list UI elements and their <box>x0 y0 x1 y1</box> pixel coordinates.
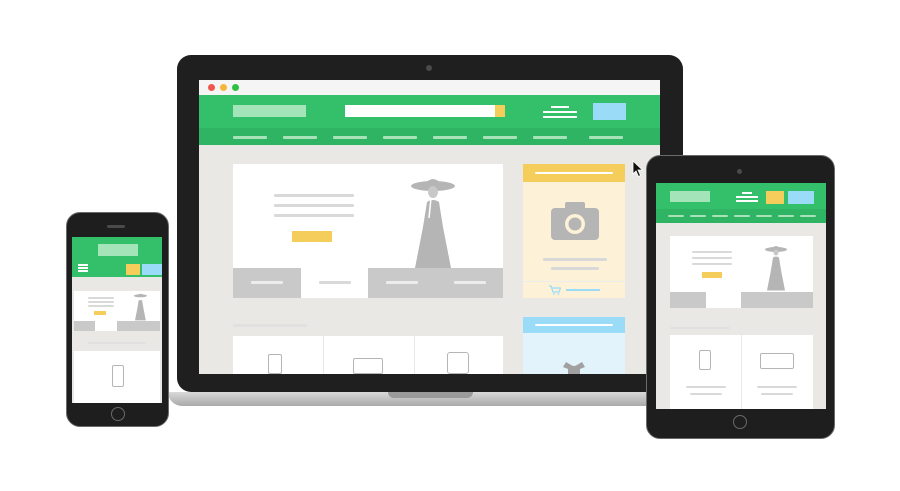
phone-search-button[interactable] <box>126 264 140 275</box>
cart-button[interactable] <box>593 103 626 120</box>
logo-placeholder[interactable] <box>233 105 306 117</box>
phone-hero-line-1 <box>88 297 114 299</box>
tablet-menu-lines[interactable] <box>736 192 758 202</box>
camera-icon <box>551 202 599 240</box>
tablet-section-title <box>670 327 730 329</box>
cart-icon[interactable] <box>549 285 561 295</box>
product-card-line-2 <box>551 267 599 270</box>
tablet-product-tile-1[interactable] <box>670 335 741 409</box>
maximize-window-dot[interactable] <box>232 84 239 91</box>
product-card-line-1 <box>543 258 607 261</box>
tablet-logo[interactable] <box>670 191 710 202</box>
browser-titlebar <box>199 80 660 95</box>
tablet-nav-item-1[interactable] <box>668 215 684 217</box>
tablet-nav-item-5[interactable] <box>756 215 772 217</box>
tablet-icon <box>447 352 469 374</box>
phone-hero-cta[interactable] <box>94 311 106 315</box>
tablet-nav-item-4[interactable] <box>734 215 750 217</box>
smartphone-icon <box>268 354 282 374</box>
phone-logo[interactable] <box>98 244 138 256</box>
phone-hero-tab-1[interactable] <box>74 321 95 331</box>
tablet-hero-tab-3[interactable] <box>741 292 777 308</box>
nav-item-2[interactable] <box>283 136 317 139</box>
tablet-cart-button[interactable] <box>788 191 814 204</box>
tablet-woman-silhouette-icon <box>765 246 787 291</box>
nav-item-7[interactable] <box>533 136 567 139</box>
tablet-tile-2-line-2 <box>761 393 793 395</box>
phone-screen <box>72 237 162 403</box>
close-window-dot[interactable] <box>208 84 215 91</box>
tablet-hero-tab-1[interactable] <box>670 292 706 308</box>
tablet-monitor-icon <box>760 353 794 369</box>
nav-item-8[interactable] <box>589 136 623 139</box>
tablet-product-tile-2[interactable] <box>742 335 813 409</box>
search-button[interactable] <box>495 105 505 117</box>
tablet-smartphone-icon <box>699 350 711 370</box>
hero-heading-line <box>274 194 354 197</box>
laptop-notch <box>388 392 473 398</box>
phone-hero-line-2 <box>88 301 114 303</box>
phone-cart-button[interactable] <box>142 264 162 275</box>
tablet-nav-item-6[interactable] <box>778 215 794 217</box>
nav-item-5[interactable] <box>433 136 467 139</box>
tablet-search-button[interactable] <box>766 191 784 204</box>
product-card-title <box>535 172 613 174</box>
tablet-hero-line-1 <box>692 251 732 253</box>
mouse-cursor-icon <box>632 160 644 178</box>
promo-card-title <box>535 324 613 326</box>
tablet-nav-item-3[interactable] <box>712 215 728 217</box>
tablet-nav-item-2[interactable] <box>690 215 706 217</box>
phone-hero-tab-2[interactable] <box>95 321 117 331</box>
phone-hero-tab-4[interactable] <box>138 321 160 331</box>
tablet-hero-line-2 <box>692 257 732 259</box>
minimize-window-dot[interactable] <box>220 84 227 91</box>
tablet-home-button[interactable] <box>733 415 747 429</box>
tablet-tile-1-line-1 <box>686 386 726 388</box>
phone-speaker <box>107 225 125 228</box>
search-input[interactable] <box>345 105 495 117</box>
tablet-nav-item-7[interactable] <box>800 215 816 217</box>
nav-item-6[interactable] <box>483 136 517 139</box>
phone-hero-line-3 <box>88 305 114 307</box>
nav-item-1[interactable] <box>233 136 267 139</box>
phone-menu-button[interactable] <box>78 264 88 272</box>
hero-tab-3-label <box>386 281 418 284</box>
nav-item-4[interactable] <box>383 136 417 139</box>
tablet-camera <box>737 169 742 174</box>
phone-section-title <box>88 342 146 344</box>
hero-tab-2-label <box>319 281 351 284</box>
tablet-hero-line-3 <box>692 263 732 265</box>
monitor-icon <box>353 358 383 374</box>
hero-tab-4-label <box>454 281 486 284</box>
menu-lines[interactable] <box>543 106 577 118</box>
hero-text-line-1 <box>274 204 354 207</box>
hero-tab-1-label <box>251 281 283 284</box>
laptop-screen <box>199 80 660 374</box>
add-to-cart-line[interactable] <box>566 289 600 291</box>
product-card-divider <box>523 281 625 282</box>
tablet-hero-cta[interactable] <box>702 272 722 278</box>
phone-smartphone-icon <box>112 365 124 387</box>
tablet-hero-tab-4[interactable] <box>777 292 813 308</box>
phone-hero-tab-3[interactable] <box>117 321 138 331</box>
tablet-tile-2-line-1 <box>757 386 797 388</box>
dress-icon <box>563 362 585 374</box>
woman-hat-silhouette-icon <box>411 179 455 268</box>
laptop-camera <box>426 65 432 71</box>
tablet-tile-1-line-2 <box>690 393 722 395</box>
hero-text-line-2 <box>274 214 354 217</box>
tablet-hero-tab-2[interactable] <box>706 292 741 308</box>
tablet-screen <box>656 183 826 409</box>
nav-item-3[interactable] <box>333 136 367 139</box>
phone-woman-silhouette-icon <box>133 293 147 321</box>
hero-cta-button[interactable] <box>292 231 332 242</box>
section-title <box>233 324 307 327</box>
phone-home-button[interactable] <box>111 407 125 421</box>
